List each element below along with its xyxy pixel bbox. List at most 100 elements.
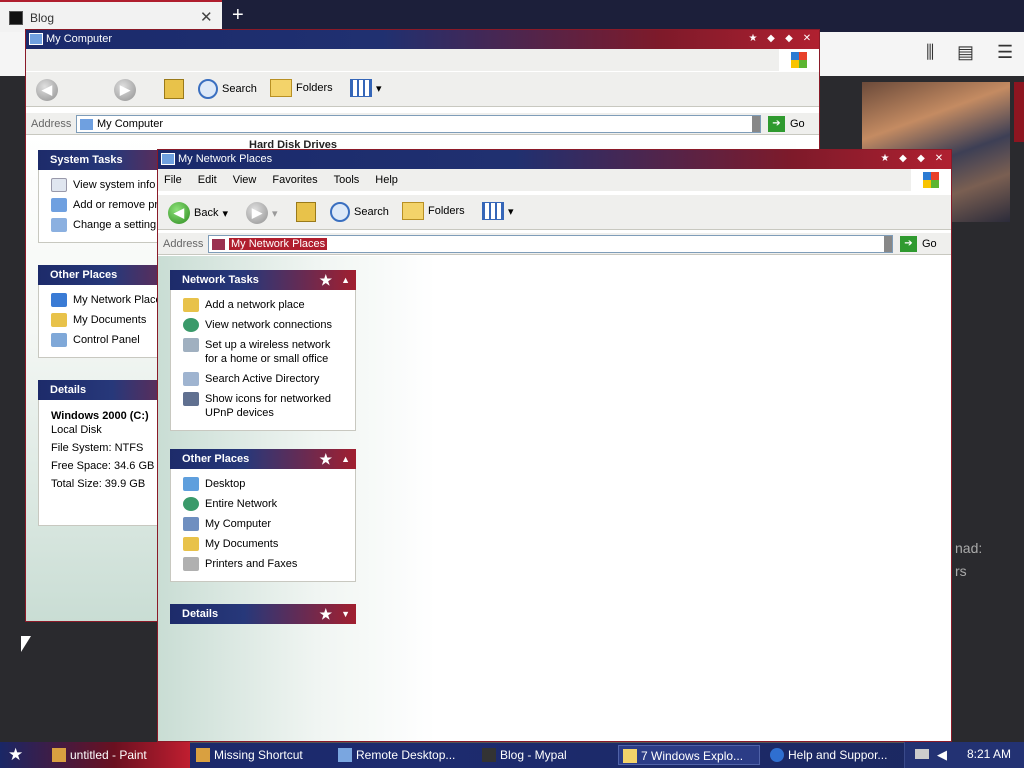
address-field[interactable]: My Computer bbox=[76, 115, 761, 133]
folders-button[interactable]: Folders bbox=[270, 79, 333, 97]
toolbar: ◀ Back ▾ ▶ ▾ Search Folders ▾ bbox=[158, 194, 951, 230]
go-button[interactable]: ➔ Go bbox=[768, 116, 805, 132]
keyboard-icon[interactable] bbox=[915, 749, 929, 759]
menu-tools[interactable]: Tools bbox=[334, 174, 360, 186]
paint-icon bbox=[52, 748, 66, 762]
item-label: My Network Place bbox=[73, 294, 162, 306]
taskbar-item-shortcut[interactable]: Missing Shortcut bbox=[192, 745, 327, 765]
views-icon[interactable] bbox=[482, 202, 504, 220]
network-places-titlebar[interactable]: My Network Places ★ ◆ ◆ ✕ bbox=[158, 150, 951, 169]
list-item[interactable]: View network connections bbox=[171, 318, 355, 332]
list-item[interactable]: Search Active Directory bbox=[171, 372, 355, 386]
list-item[interactable]: Entire Network bbox=[171, 497, 355, 511]
search-icon bbox=[330, 202, 350, 222]
up-folder-icon[interactable] bbox=[164, 79, 184, 99]
minimize-button[interactable]: ◆ bbox=[895, 151, 911, 167]
browser-tab[interactable]: Blog ✕ bbox=[0, 0, 222, 32]
list-item[interactable]: Show icons for networked UPnP devices bbox=[171, 392, 355, 420]
task-label: Help and Suppor... bbox=[788, 748, 888, 762]
search-button[interactable]: Search bbox=[198, 79, 257, 99]
go-button[interactable]: ➔ Go bbox=[900, 236, 937, 252]
chevron-down-icon[interactable]: ▾ bbox=[222, 207, 228, 220]
list-item[interactable]: Set up a wireless network for a home or s… bbox=[171, 338, 355, 366]
list-item[interactable]: Add a network place bbox=[171, 298, 355, 312]
task-label: 7 Windows Explo... bbox=[641, 749, 744, 763]
search-button[interactable]: Search bbox=[330, 202, 389, 222]
panel-header[interactable]: Network Tasks ★ ▲ bbox=[170, 270, 356, 290]
go-label: Go bbox=[790, 118, 805, 130]
chevron-down-icon[interactable]: ▾ bbox=[508, 205, 514, 218]
folders-label: Folders bbox=[296, 82, 333, 94]
list-item[interactable]: My Documents bbox=[171, 537, 355, 551]
sidebar-icon[interactable]: ▤ bbox=[957, 42, 974, 63]
list-item[interactable]: My Computer bbox=[171, 517, 355, 531]
new-tab-button[interactable]: + bbox=[232, 4, 244, 27]
item-label: Set up a wireless network bbox=[205, 339, 331, 351]
back-button[interactable]: ◀ Back ▾ bbox=[168, 202, 228, 224]
forward-icon[interactable]: ▶ bbox=[246, 202, 268, 224]
taskbar-item-remote-desktop[interactable]: Remote Desktop... bbox=[334, 745, 474, 765]
library-icon[interactable]: ⫼ bbox=[926, 42, 934, 63]
content-area: Network Tasks ★ ▲ Add a network place View… bbox=[158, 256, 951, 741]
clock[interactable]: 8:21 AM bbox=[967, 747, 1011, 761]
menu-help[interactable]: Help bbox=[375, 174, 398, 186]
item-label: UPnP devices bbox=[205, 407, 274, 419]
back-label: Back bbox=[194, 207, 219, 219]
search-label: Search bbox=[354, 206, 389, 218]
minimize-button[interactable]: ◆ bbox=[763, 31, 779, 47]
windows-logo-icon bbox=[911, 169, 951, 191]
chevron-down-icon[interactable]: ▾ bbox=[376, 82, 382, 95]
menu-file[interactable]: File bbox=[164, 174, 182, 186]
go-arrow-icon: ➔ bbox=[900, 236, 917, 252]
remote-desktop-icon bbox=[338, 748, 352, 762]
other-places-panel: Other Places ★ ▲ Desktop Entire Network My… bbox=[170, 449, 356, 582]
close-button[interactable]: ✕ bbox=[931, 151, 947, 167]
taskbar-item-help[interactable]: Help and Suppor... bbox=[766, 745, 901, 765]
menu-edit[interactable]: Edit bbox=[198, 174, 217, 186]
item-label: Add a network place bbox=[205, 299, 305, 311]
taskbar-item-blog[interactable]: Blog - Mypal bbox=[478, 745, 613, 765]
menu-view[interactable]: View bbox=[233, 174, 257, 186]
maximize-button[interactable]: ◆ bbox=[913, 151, 929, 167]
toolbar: ◀ ▶ Search Folders ▾ bbox=[26, 71, 819, 107]
speaker-icon[interactable]: ◀ bbox=[937, 747, 947, 763]
star-icon: ★ bbox=[319, 451, 332, 467]
network-places-icon bbox=[161, 153, 175, 165]
close-tab-icon[interactable]: ✕ bbox=[200, 8, 213, 26]
folder-icon bbox=[623, 749, 637, 763]
taskbar-item-explorer-group[interactable]: 7 Windows Explo... bbox=[618, 745, 760, 765]
forward-icon[interactable]: ▶ bbox=[114, 79, 136, 101]
maximize-button[interactable]: ◆ bbox=[781, 31, 797, 47]
menu-favorites[interactable]: Favorites bbox=[272, 174, 317, 186]
list-item[interactable]: Desktop bbox=[171, 477, 355, 491]
list-item[interactable]: Printers and Faxes bbox=[171, 557, 355, 571]
address-bar: Address My Network Places ➔ Go bbox=[158, 233, 951, 255]
back-icon[interactable]: ◀ bbox=[36, 79, 58, 101]
collapse-icon[interactable]: ▲ bbox=[341, 449, 350, 469]
collapse-icon[interactable]: ▲ bbox=[341, 270, 350, 290]
task-label: Remote Desktop... bbox=[356, 748, 456, 762]
address-dropdown[interactable] bbox=[884, 236, 892, 252]
address-field[interactable]: My Network Places bbox=[208, 235, 893, 253]
panel-header[interactable]: Details ★ ▼ bbox=[170, 604, 356, 624]
views-icon[interactable] bbox=[350, 79, 372, 97]
address-value: My Computer bbox=[97, 118, 164, 130]
hamburger-icon[interactable]: ☰ bbox=[997, 42, 1013, 63]
folders-button[interactable]: Folders bbox=[402, 202, 465, 220]
star-icon: ★ bbox=[319, 272, 332, 288]
taskbar-item-paint[interactable]: untitled - Paint bbox=[48, 745, 188, 765]
item-label: Search Active Directory bbox=[205, 373, 320, 385]
expand-icon[interactable]: ▼ bbox=[341, 604, 350, 624]
menu-bar bbox=[26, 49, 819, 71]
my-computer-titlebar[interactable]: My Computer ★ ◆ ◆ ✕ bbox=[26, 30, 819, 49]
address-dropdown[interactable] bbox=[752, 116, 760, 132]
address-value: My Network Places bbox=[229, 238, 328, 250]
entire-network-icon bbox=[183, 497, 199, 511]
item-label: My Documents bbox=[205, 538, 279, 550]
panel-header[interactable]: Other Places ★ ▲ bbox=[170, 449, 356, 469]
close-button[interactable]: ✕ bbox=[799, 31, 815, 47]
up-folder-icon[interactable] bbox=[296, 202, 316, 222]
panel-title: Network Tasks bbox=[182, 274, 259, 286]
browser-tab-title: Blog bbox=[30, 11, 55, 25]
item-label: Change a setting bbox=[73, 219, 157, 231]
